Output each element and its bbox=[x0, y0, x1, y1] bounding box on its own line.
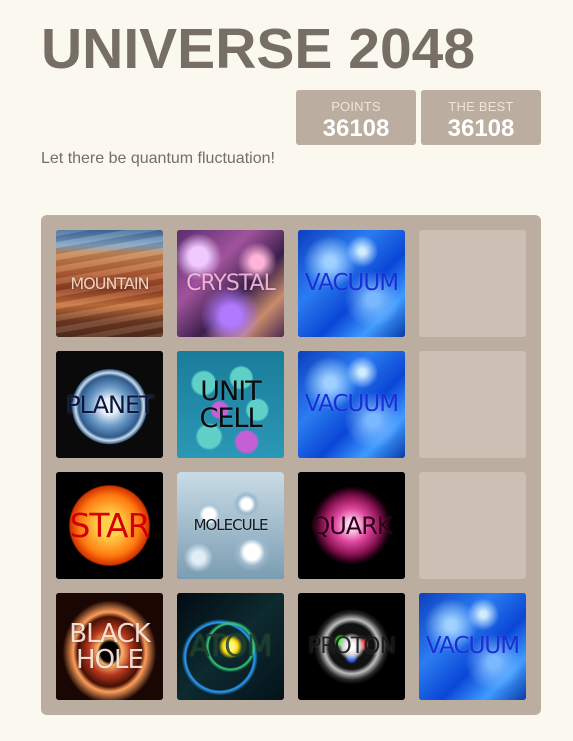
tile-label: MOLECULE bbox=[193, 516, 269, 534]
tile-crystal: CRYSTAL bbox=[177, 230, 284, 337]
empty-cell bbox=[419, 351, 526, 458]
tile-molecule: MOLECULE bbox=[177, 472, 284, 579]
game-title: UNIVERSE 2048 bbox=[41, 17, 476, 81]
tile-label: BLACK HOLE bbox=[69, 618, 150, 675]
tile-blackhole: BLACK HOLE bbox=[56, 593, 163, 700]
tile-star: STAR bbox=[56, 472, 163, 579]
tile-atom: ATOM bbox=[177, 593, 284, 700]
best-value: 36108 bbox=[447, 115, 515, 142]
tile-label: CRYSTAL bbox=[186, 270, 276, 296]
tile-vacuum: VACUUM bbox=[298, 230, 405, 337]
game-board[interactable]: MOUNTAIN CRYSTAL VACUUM PLANET UNIT CELL VACU… bbox=[41, 215, 541, 715]
best-score-box: THE BEST 36108 bbox=[421, 90, 541, 145]
tile-mountain: MOUNTAIN bbox=[56, 230, 163, 337]
tile-quark: QUARK bbox=[298, 472, 405, 579]
best-label: THE BEST bbox=[448, 99, 514, 114]
points-value: 36108 bbox=[322, 115, 390, 142]
tile-label: VACUUM bbox=[304, 270, 399, 296]
tile-label: UNIT CELL bbox=[199, 375, 263, 434]
tile-vacuum: VACUUM bbox=[298, 351, 405, 458]
tile-label: MOUNTAIN bbox=[70, 273, 149, 293]
empty-cell bbox=[419, 230, 526, 337]
tile-label: VACUUM bbox=[425, 633, 520, 659]
game-page: UNIVERSE 2048 POINTS 36108 THE BEST 3610… bbox=[0, 0, 573, 741]
tile-planet: PLANET bbox=[56, 351, 163, 458]
tile-label: PLANET bbox=[66, 390, 154, 419]
tile-label: STAR bbox=[69, 506, 150, 545]
tile-proton: PROTON bbox=[298, 593, 405, 700]
tile-cell: UNIT CELL bbox=[177, 351, 284, 458]
empty-cell bbox=[419, 472, 526, 579]
tile-label: QUARK bbox=[311, 511, 392, 540]
intro-text: Let there be quantum fluctuation! bbox=[41, 150, 275, 167]
tile-label: VACUUM bbox=[304, 391, 399, 417]
tile-vacuum: VACUUM bbox=[419, 593, 526, 700]
points-label: POINTS bbox=[331, 99, 381, 114]
tile-label: ATOM bbox=[189, 628, 272, 664]
tile-label: PROTON bbox=[307, 633, 396, 659]
points-score-box: POINTS 36108 bbox=[296, 90, 416, 145]
